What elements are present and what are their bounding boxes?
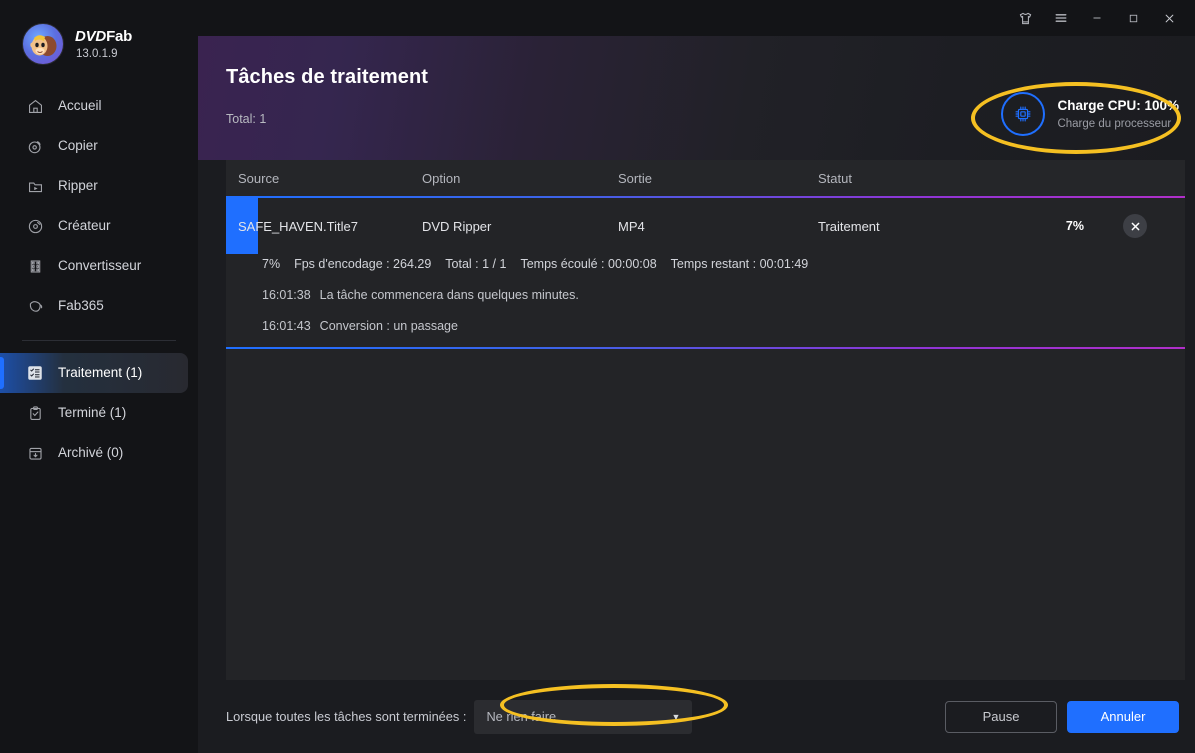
- task-progress-label: 7%: [1065, 219, 1084, 233]
- sidebar-item-label: Terminé (1): [58, 405, 127, 421]
- cancel-button[interactable]: Annuler: [1067, 700, 1179, 733]
- task-stat-elapsed: Temps écoulé : 00:00:08: [520, 257, 657, 271]
- brand-block: DVDFab 13.0.1.9: [0, 0, 198, 72]
- task-list-empty-area: [226, 349, 1185, 680]
- archive-box-icon: [24, 442, 46, 464]
- column-header-sortie: Sortie: [606, 171, 806, 186]
- maximize-icon[interactable]: [1115, 3, 1151, 33]
- task-list-icon: [24, 362, 46, 384]
- clipboard-check-icon: [24, 402, 46, 424]
- column-header-option: Option: [410, 171, 606, 186]
- disc-copy-icon: [24, 135, 46, 157]
- page-header: Tâches de traitement Total: 1 Charge CPU…: [198, 36, 1195, 160]
- sidebar-item-accueil[interactable]: Accueil: [0, 86, 198, 126]
- sidebar-item-termine[interactable]: Terminé (1): [0, 393, 198, 433]
- sidebar-item-traitement[interactable]: Traitement (1): [0, 353, 188, 393]
- sidebar-item-createur[interactable]: Créateur: [0, 206, 198, 246]
- task-panel: Source Option Sortie Statut SAFE_HAVEN.T…: [226, 160, 1185, 680]
- cpu-load-caption: Charge du processeur: [1057, 118, 1172, 130]
- sidebar-item-copier[interactable]: Copier: [0, 126, 198, 166]
- sidebar-item-label: Traitement (1): [58, 365, 143, 381]
- task-option: DVD Ripper: [422, 218, 492, 234]
- table-header-row: Source Option Sortie Statut: [226, 160, 1185, 196]
- pause-button[interactable]: Pause: [945, 700, 1057, 733]
- cpu-load-value: Charge CPU: 100%: [1057, 98, 1179, 113]
- brand-text: DVDFab 13.0.1.9: [75, 28, 132, 60]
- task-log-entry: 16:01:43 Conversion : un passage: [262, 319, 1185, 333]
- on-complete-value: Ne rien faire: [486, 709, 557, 724]
- column-header-statut: Statut: [806, 171, 1000, 186]
- task-stats-line: 7% Fps d'encodage : 264.29 Total : 1 / 1 Te…: [262, 254, 1185, 271]
- chevron-down-icon: ▼: [671, 711, 681, 722]
- main-area: Tâches de traitement Total: 1 Charge CPU…: [198, 0, 1195, 753]
- task-stat-remaining: Temps restant : 00:01:49: [670, 257, 809, 271]
- footer-bar: Lorsque toutes les tâches sont terminées…: [198, 680, 1195, 753]
- column-header-source: Source: [238, 170, 280, 186]
- task-status: Traitement: [818, 218, 880, 234]
- table-row[interactable]: SAFE_HAVEN.Title7 DVD Ripper MP4 Traitem…: [226, 198, 1185, 254]
- task-actions: [1100, 214, 1170, 238]
- film-strip-icon: [24, 255, 46, 277]
- close-icon[interactable]: [1151, 3, 1187, 33]
- monkey-avatar-icon: [22, 23, 64, 65]
- brand-version: 13.0.1.9: [76, 48, 118, 60]
- task-log-entry: 16:01:38 La tâche commencera dans quelque…: [262, 288, 1185, 302]
- cpu-load-widget[interactable]: Charge CPU: 100% Charge du processeur: [1001, 92, 1179, 136]
- dvdfab-window: DVDFab 13.0.1.9 Accueil Copier Ripper Cr…: [0, 0, 1195, 753]
- hamburger-menu-icon[interactable]: [1043, 3, 1079, 33]
- sidebar-item-label: Créateur: [58, 218, 111, 234]
- close-circle-icon[interactable]: [1123, 214, 1147, 238]
- on-complete-dropdown[interactable]: Ne rien faire ▼: [474, 699, 693, 734]
- home-icon: [24, 95, 46, 117]
- sidebar-item-archive[interactable]: Archivé (0): [0, 433, 198, 473]
- log-time: 16:01:38: [262, 288, 311, 302]
- monkey-avatar-svg: [30, 35, 57, 56]
- sidebar-item-label: Accueil: [58, 98, 102, 114]
- minimize-icon[interactable]: [1079, 3, 1115, 33]
- sidebar-item-ripper[interactable]: Ripper: [0, 166, 198, 206]
- task-output-format: MP4: [618, 218, 645, 234]
- task-detail-panel: 7% Fps d'encodage : 264.29 Total : 1 / 1 Te…: [226, 254, 1185, 349]
- sidebar-item-fab365[interactable]: Fab365: [0, 286, 198, 326]
- task-stat-percent: 7%: [262, 257, 281, 271]
- task-stat-fps: Fps d'encodage : 264.29: [294, 257, 432, 271]
- on-complete-label: Lorsque toutes les tâches sont terminées…: [226, 709, 467, 724]
- task-stat-total: Total : 1 / 1: [445, 257, 507, 271]
- tshirt-icon[interactable]: [1007, 3, 1043, 33]
- task-card: SAFE_HAVEN.Title7 DVD Ripper MP4 Traitem…: [226, 196, 1185, 349]
- cpu-text-block: Charge CPU: 100% Charge du processeur: [1057, 98, 1179, 130]
- brand-name-fab: Fab: [106, 28, 133, 45]
- log-time: 16:01:43: [262, 319, 311, 333]
- sidebar-item-label: Copier: [58, 138, 98, 154]
- task-source: SAFE_HAVEN.Title7: [238, 218, 358, 234]
- page-title: Tâches de traitement: [226, 66, 429, 88]
- log-message: La tâche commencera dans quelques minute…: [319, 288, 579, 302]
- sidebar-item-label: Ripper: [58, 178, 98, 194]
- sidebar-item-label: Archivé (0): [58, 445, 124, 461]
- brand-name-dvd: DVD: [75, 28, 107, 45]
- brand-name: DVDFab: [75, 28, 132, 45]
- rip-folder-icon: [24, 175, 46, 197]
- log-message: Conversion : un passage: [319, 319, 458, 333]
- sidebar-item-convertisseur[interactable]: Convertisseur: [0, 246, 198, 286]
- sidebar-nav-top: Accueil Copier Ripper Créateur Convertis…: [0, 86, 198, 326]
- window-titlebar: [198, 0, 1195, 36]
- sidebar-item-label: Convertisseur: [58, 258, 142, 274]
- fab365-icon: [24, 295, 46, 317]
- sidebar: DVDFab 13.0.1.9 Accueil Copier Ripper Cr…: [0, 0, 198, 753]
- sidebar-nav-bottom: Traitement (1) Terminé (1) Archivé (0): [0, 353, 198, 473]
- sidebar-item-label: Fab365: [58, 298, 104, 314]
- sidebar-divider: [22, 340, 176, 341]
- cpu-chip-icon: [1001, 92, 1046, 136]
- disc-create-icon: [24, 215, 46, 237]
